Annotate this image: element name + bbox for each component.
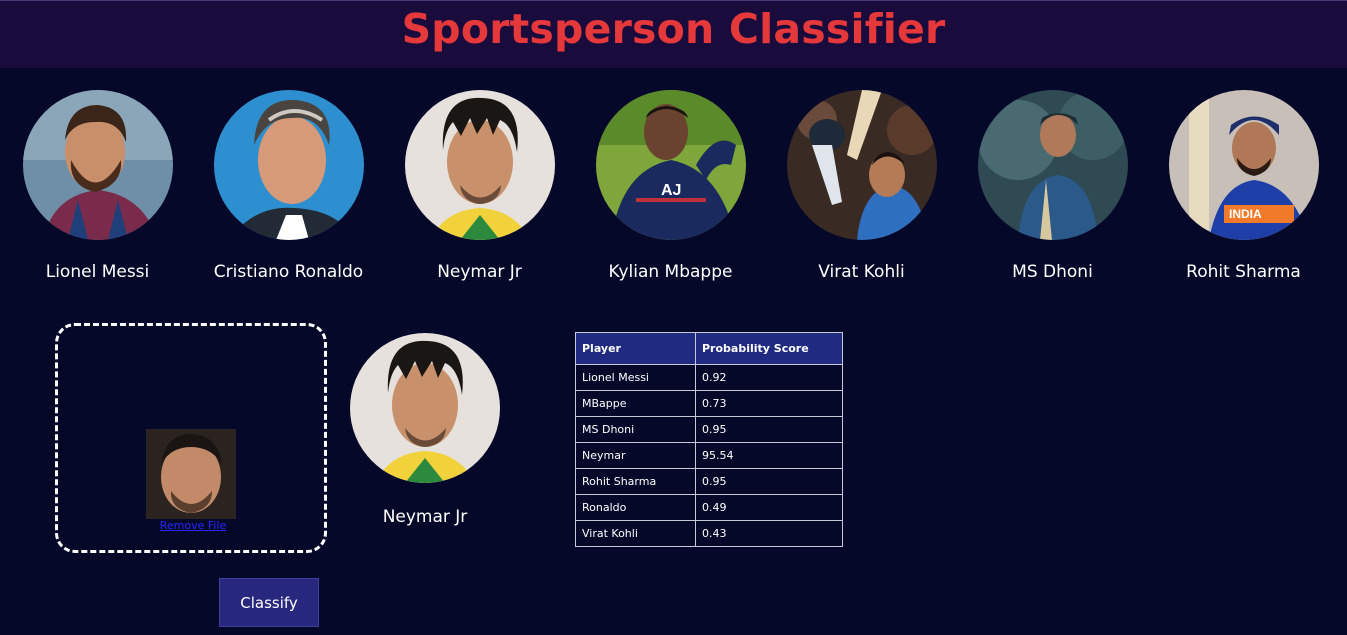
page-title: Sportsperson Classifier	[401, 5, 946, 53]
score-cell: 95.54	[695, 442, 843, 469]
kohli-photo	[786, 90, 937, 240]
player-card-dhoni: MS Dhoni	[957, 90, 1148, 282]
table-row: Rohit Sharma 0.95	[575, 468, 843, 495]
page: Sportsperson Classifier Lionel Messi Cri…	[0, 0, 1347, 635]
player-name: Rohit Sharma	[1186, 262, 1301, 282]
column-header-score: Probability Score	[695, 332, 843, 365]
players-gallery: Lionel Messi Cristiano Ronaldo Neymar Jr…	[0, 90, 1347, 300]
player-name: Neymar Jr	[437, 262, 522, 282]
player-card-kohli: Virat Kohli	[766, 90, 957, 282]
player-card-mbappe: AJ Kylian Mbappe	[575, 90, 766, 282]
svg-text:INDIA: INDIA	[1229, 207, 1262, 221]
player-cell: Rohit Sharma	[575, 468, 696, 495]
player-cell: Neymar	[575, 442, 696, 469]
player-name: Virat Kohli	[818, 262, 905, 282]
svg-text:AJ: AJ	[661, 182, 681, 199]
column-header-player: Player	[575, 332, 696, 365]
dhoni-photo	[977, 90, 1128, 240]
header-bar: Sportsperson Classifier	[0, 0, 1347, 68]
probability-table: Player Probability Score Lionel Messi 0.…	[575, 332, 843, 547]
score-cell: 0.92	[695, 364, 843, 391]
classify-button[interactable]: Classify	[219, 578, 319, 627]
rohit-photo: INDIA	[1168, 90, 1319, 240]
table-row: Lionel Messi 0.92	[575, 364, 843, 391]
player-cell: Ronaldo	[575, 494, 696, 521]
player-card-ronaldo: Cristiano Ronaldo	[193, 90, 384, 282]
score-cell: 0.95	[695, 416, 843, 443]
file-dropzone[interactable]: Remove File	[55, 323, 327, 553]
player-card-messi: Lionel Messi	[2, 90, 193, 282]
neymar-photo	[404, 90, 555, 240]
table-row: Neymar 95.54	[575, 442, 843, 469]
player-name: Kylian Mbappe	[608, 262, 733, 282]
mbappe-photo: AJ	[595, 90, 746, 240]
score-cell: 0.73	[695, 390, 843, 417]
player-name: MS Dhoni	[1012, 262, 1093, 282]
score-cell: 0.49	[695, 494, 843, 521]
player-cell: MS Dhoni	[575, 416, 696, 443]
table-row: Ronaldo 0.49	[575, 494, 843, 521]
remove-file-link[interactable]: Remove File	[118, 519, 268, 532]
result-card: Neymar Jr	[328, 333, 522, 527]
player-cell: MBappe	[575, 390, 696, 417]
ronaldo-photo	[213, 90, 364, 240]
uploaded-face-photo	[146, 429, 236, 519]
table-header-row: Player Probability Score	[575, 332, 843, 365]
player-card-neymar: Neymar Jr	[384, 90, 575, 282]
player-cell: Virat Kohli	[575, 520, 696, 547]
player-name: Lionel Messi	[45, 262, 150, 282]
result-name: Neymar Jr	[382, 507, 468, 527]
table-row: Virat Kohli 0.43	[575, 520, 843, 547]
score-cell: 0.43	[695, 520, 843, 547]
score-cell: 0.95	[695, 468, 843, 495]
neymar-photo	[350, 333, 500, 483]
player-card-rohit: INDIA Rohit Sharma	[1148, 90, 1339, 282]
player-name: Cristiano Ronaldo	[213, 262, 364, 282]
table-row: MS Dhoni 0.95	[575, 416, 843, 443]
player-cell: Lionel Messi	[575, 364, 696, 391]
table-row: MBappe 0.73	[575, 390, 843, 417]
messi-photo	[22, 90, 173, 240]
